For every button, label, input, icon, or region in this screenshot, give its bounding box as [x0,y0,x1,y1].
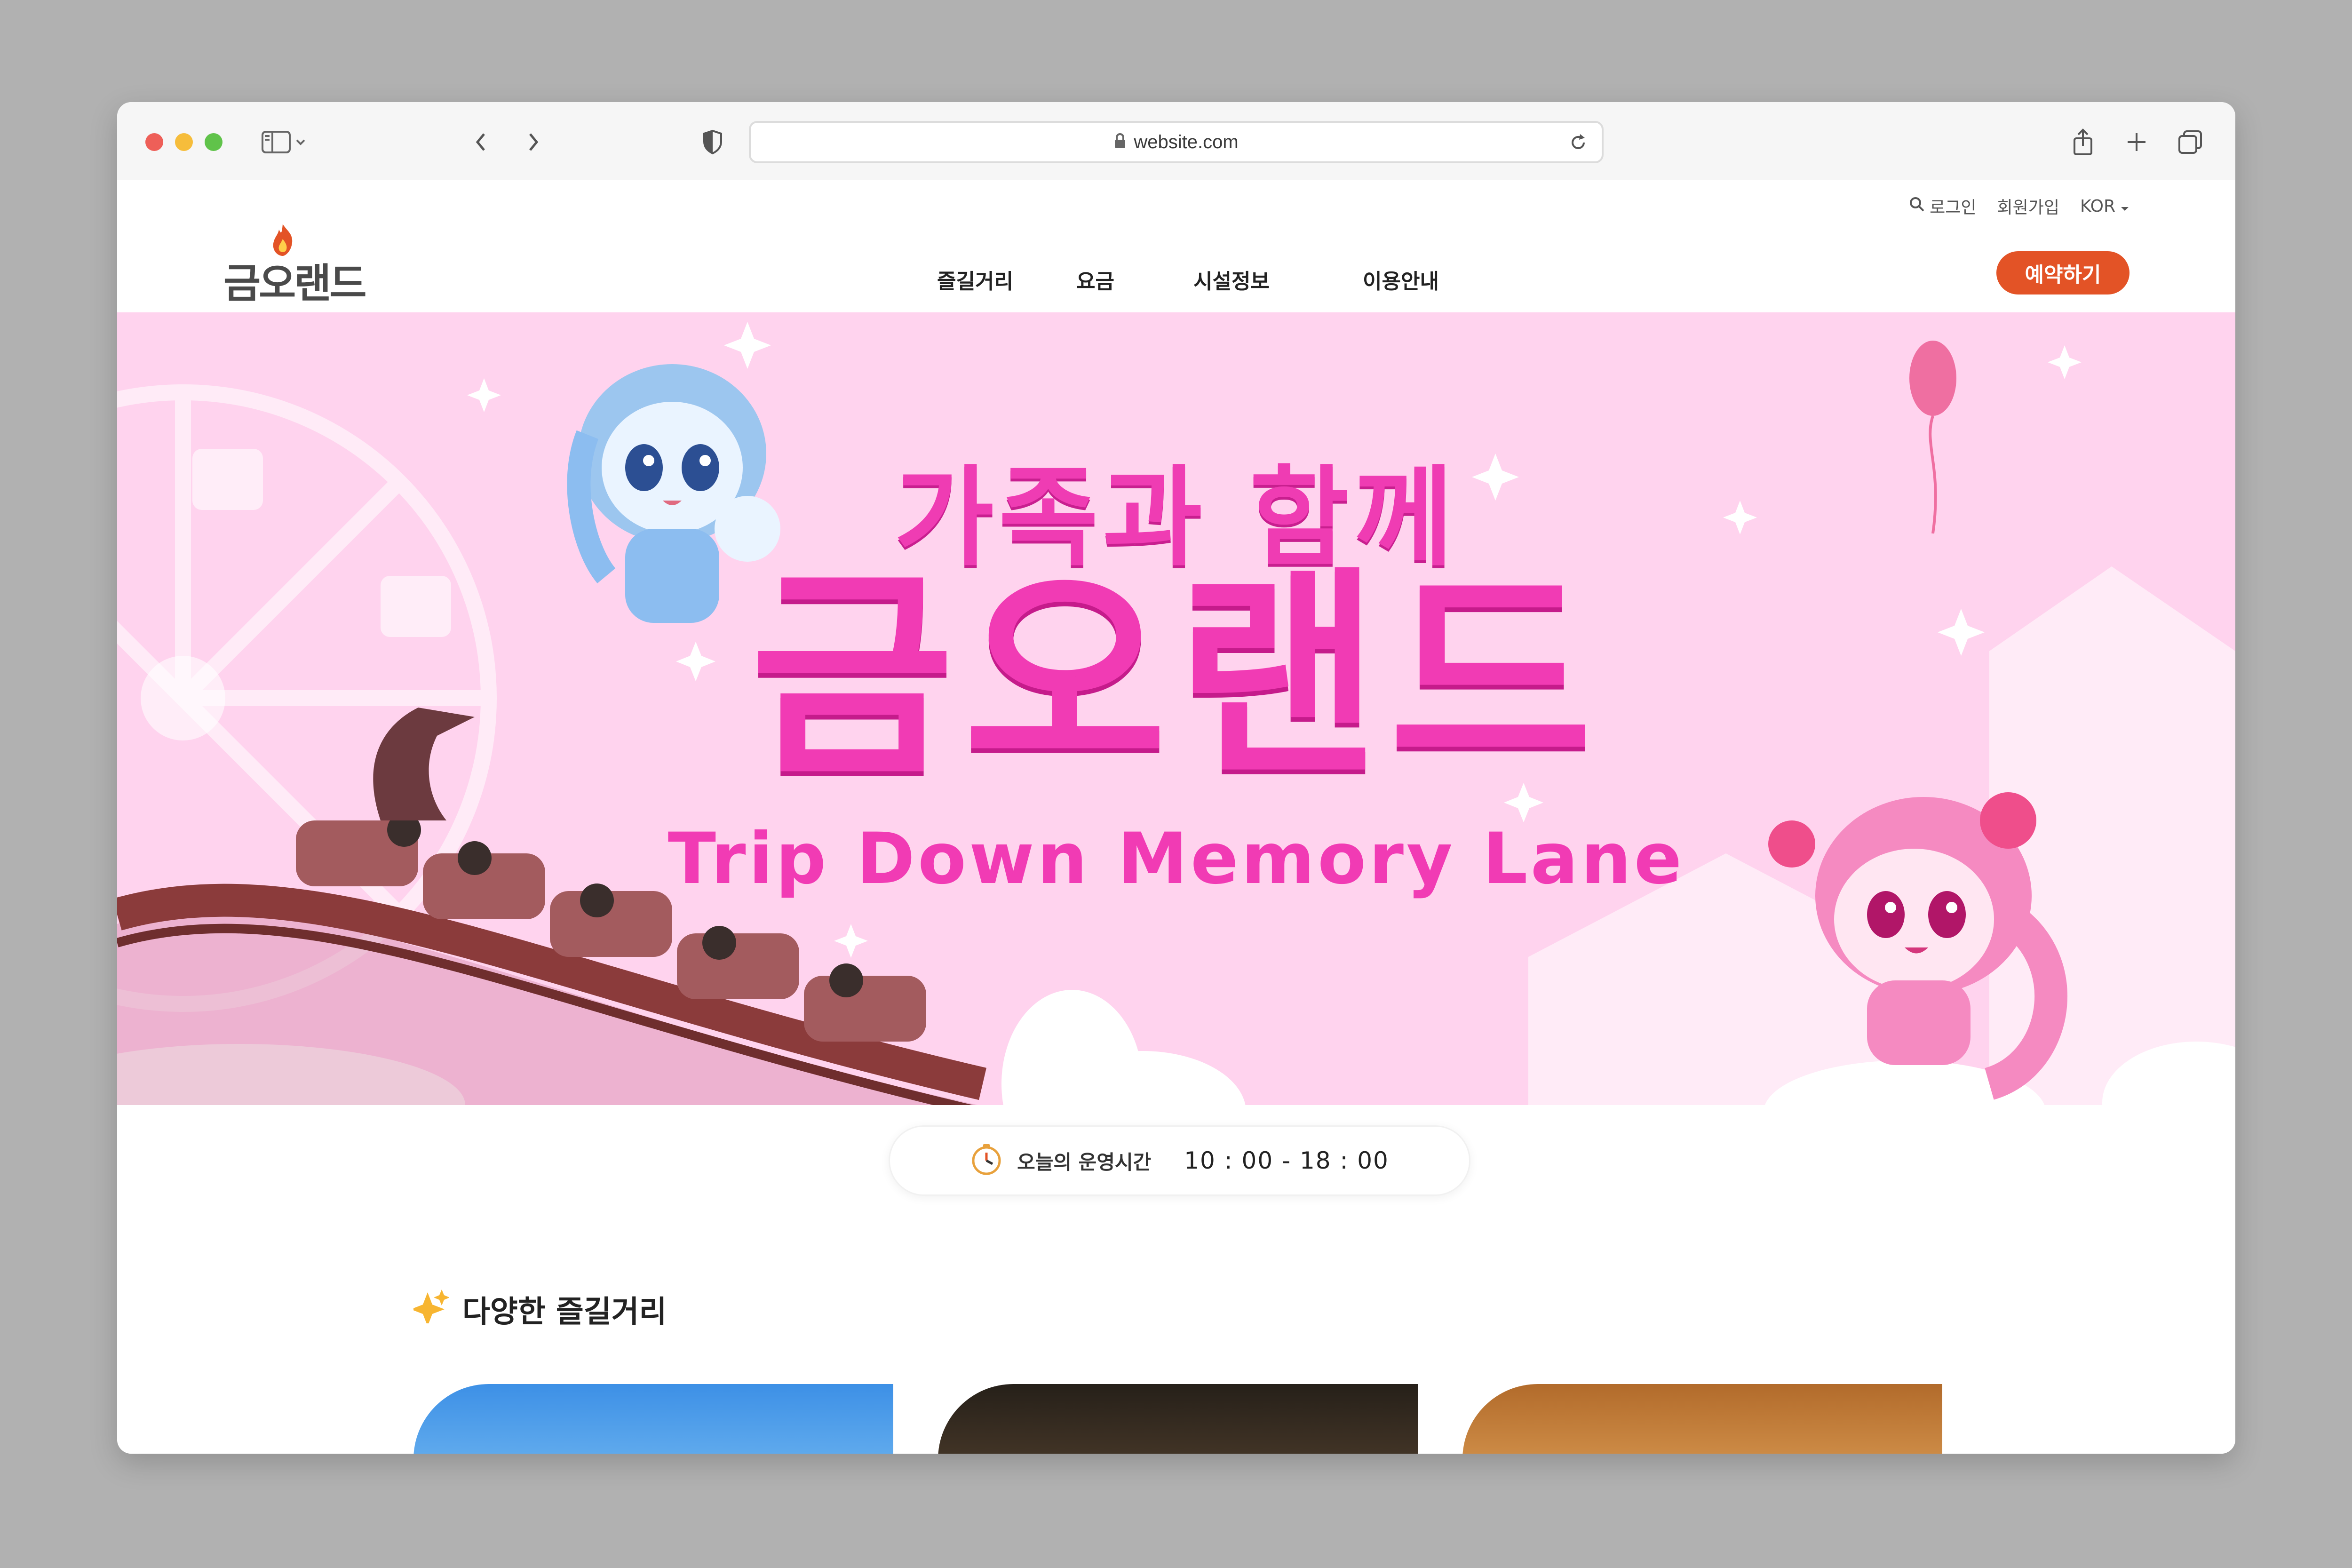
url-text: website.com [1134,131,1239,152]
nav-item-facilities[interactable]: 시설정보 [1193,264,1270,294]
caret-down-icon [2120,197,2130,216]
reload-icon[interactable] [1564,128,1592,157]
attraction-card[interactable] [413,1384,893,1454]
hours-label: 오늘의 운영시간 [1017,1150,1152,1174]
operating-hours: 오늘의 운영시간 10 : 00 - 18 : 00 [889,1125,1470,1196]
utility-menu: 로그인 회원가입 KOR [1909,194,2130,218]
section-title-text: 다양한 즐길거리 [462,1295,667,1329]
clock-icon [970,1143,1003,1178]
nav-item-attractions[interactable]: 즐길거리 [937,264,1013,294]
browser-window: website.com 로그인 회원가입 KOR 금오랜드 즐길거리 요금 시설… [117,102,2235,1454]
maximize-window-button[interactable] [205,133,222,151]
sparkles-icon [411,1288,450,1331]
reserve-button[interactable]: 예약하기 [1996,251,2130,294]
lock-icon [1114,133,1126,151]
shield-icon[interactable] [697,127,728,158]
sidebar-toggle-icon[interactable] [261,127,292,158]
site-logo[interactable]: 금오랜드 [223,222,393,307]
close-window-button[interactable] [145,133,163,151]
nav-item-pricing[interactable]: 요금 [1076,264,1114,294]
logo-text: 금오랜드 [223,260,366,307]
language-label: KOR [2080,196,2115,216]
hero-banner[interactable]: 가족과 함께 금오랜드 Trip Down Memory Lane [117,312,2235,1105]
attraction-card[interactable] [938,1384,1418,1454]
minimize-window-button[interactable] [175,133,193,151]
hero-title: 금오랜드 [750,548,1602,805]
chevron-down-icon[interactable] [291,127,310,158]
attraction-card[interactable] [1462,1384,1942,1454]
nav-item-guide[interactable]: 이용안내 [1363,264,1439,294]
share-icon[interactable] [2067,127,2098,158]
forward-arrow-icon[interactable] [518,127,549,158]
search-icon [1909,196,1925,216]
hero-tagline: Trip Down Memory Lane [667,818,1685,900]
hours-time: 10 : 00 - 18 : 00 [1184,1147,1389,1174]
browser-toolbar: website.com [117,102,2235,180]
section-title: 다양한 즐길거리 [411,1288,667,1331]
login-link[interactable]: 로그인 [1930,194,1976,218]
website: 로그인 회원가입 KOR 금오랜드 즐길거리 요금 시설정보 이용안내 예약하기 [117,180,2235,1454]
back-arrow-icon[interactable] [465,127,496,158]
new-tab-icon[interactable] [2121,127,2152,158]
tab-overview-icon[interactable] [2175,127,2206,158]
address-bar[interactable]: website.com [749,121,1604,163]
signup-link[interactable]: 회원가입 [1997,194,2059,218]
language-select[interactable]: KOR [2080,197,2130,216]
search-button[interactable]: 로그인 [1909,194,1977,218]
